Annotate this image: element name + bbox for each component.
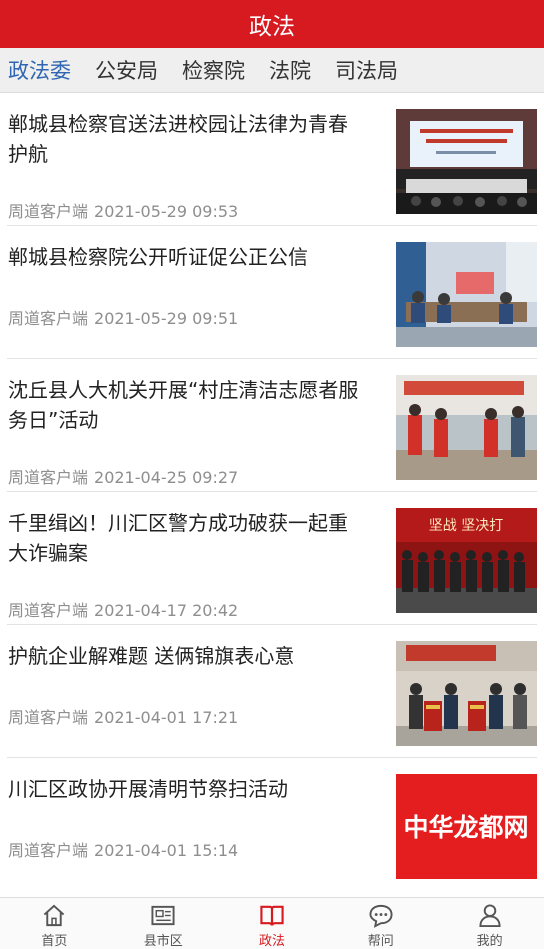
article-source: 周道客户端	[8, 468, 89, 487]
article-date: 2021-05-29 09:53	[94, 202, 239, 221]
app-screen: 政法 政法委 公安局 检察院 法院 司法局 郸城县检察官送法进校园让法律为青春护…	[0, 0, 544, 949]
tab-fayuan[interactable]: 法院	[269, 55, 311, 85]
article-date: 2021-04-25 09:27	[94, 468, 239, 487]
category-tabs: 政法委 公安局 检察院 法院 司法局	[0, 48, 544, 93]
article-meta: 周道客户端 2021-04-01 17:21	[8, 704, 238, 728]
volunteers-outdoor-photo	[396, 375, 537, 480]
nav-label: 首页	[41, 934, 68, 949]
article-meta: 周道客户端 2021-05-29 09:53	[8, 198, 238, 222]
book-icon	[260, 905, 284, 926]
article-title[interactable]: 千里缉凶！川汇区警方成功破获一起重大诈骗案	[8, 508, 363, 568]
nav-home[interactable]: 首页	[0, 898, 109, 949]
tab-jianchayuan[interactable]: 检察院	[182, 55, 245, 85]
article-title[interactable]: 郸城县检察官送法进校园让法律为青春护航	[8, 109, 363, 169]
tab-gonganju[interactable]: 公安局	[95, 55, 158, 85]
article-title[interactable]: 川汇区政协开展清明节祭扫活动	[8, 774, 363, 804]
article-meta: 周道客户端 2021-04-17 20:42	[8, 597, 238, 621]
article-meta: 周道客户端 2021-04-25 09:27	[8, 464, 238, 488]
article-list: 郸城县检察官送法进校园让法律为青春护航 周道客户端 2021-05-29 09:5…	[0, 93, 544, 891]
nav-counties[interactable]: 县市区	[109, 898, 218, 949]
article-date: 2021-04-01 15:14	[94, 841, 239, 860]
article-thumbnail[interactable]	[396, 242, 537, 347]
article-title[interactable]: 护航企业解难题 送俩锦旗表心意	[8, 641, 363, 671]
article-item[interactable]: 郸城县检察院公开听证促公正公信 周道客户端 2021-05-29 09:51	[7, 226, 537, 359]
article-date: 2021-05-29 09:51	[94, 309, 239, 328]
tab-sifaju[interactable]: 司法局	[335, 55, 398, 85]
article-title[interactable]: 郸城县检察院公开听证促公正公信	[8, 242, 363, 272]
nav-mine[interactable]: 我的	[435, 898, 544, 949]
top-header: 政法	[0, 0, 544, 48]
article-thumbnail[interactable]	[396, 641, 537, 746]
nav-label: 我的	[476, 934, 503, 949]
article-item[interactable]: 沈丘县人大机关开展“村庄清洁志愿者服务日”活动 周道客户端 2021-04-25 …	[7, 359, 537, 492]
article-item[interactable]: 郸城县检察官送法进校园让法律为青春护航 周道客户端 2021-05-29 09:5…	[7, 93, 537, 226]
police-group-photo: 坚战 坚决打	[396, 508, 537, 613]
article-thumbnail[interactable]: 坚战 坚决打	[396, 508, 537, 613]
banner-text: 坚战 坚决打	[429, 517, 503, 534]
hearing-room-photo	[396, 242, 537, 347]
article-date: 2021-04-17 20:42	[94, 601, 239, 620]
nav-label: 县市区	[143, 934, 183, 949]
article-item[interactable]: 护航企业解难题 送俩锦旗表心意 周道客户端 2021-04-01 17:21	[7, 625, 537, 758]
article-thumbnail[interactable]	[396, 109, 537, 214]
chat-bubble-icon	[369, 904, 393, 928]
article-thumbnail[interactable]	[396, 375, 537, 480]
home-icon	[44, 904, 65, 927]
nav-label: 政法	[258, 934, 285, 949]
article-item[interactable]: 川汇区政协开展清明节祭扫活动 周道客户端 2021-04-01 15:14 中华龙…	[7, 758, 537, 891]
user-icon	[479, 904, 501, 928]
article-meta: 周道客户端 2021-04-01 15:14	[8, 837, 238, 861]
bottom-nav: 首页 县市区 政法 帮问 我的	[0, 897, 544, 949]
article-item[interactable]: 千里缉凶！川汇区警方成功破获一起重大诈骗案 周道客户端 2021-04-17 20…	[7, 492, 537, 625]
page-title: 政法	[249, 14, 295, 40]
nav-label: 帮问	[367, 934, 394, 949]
article-date: 2021-04-01 17:21	[94, 708, 239, 727]
banner-presentation-photo	[396, 641, 537, 746]
article-source: 周道客户端	[8, 601, 89, 620]
tab-zhengfawei[interactable]: 政法委	[8, 55, 71, 85]
article-source: 周道客户端	[8, 202, 89, 221]
article-meta: 周道客户端 2021-05-29 09:51	[8, 305, 238, 329]
newspaper-icon	[151, 905, 175, 926]
nav-zhengfa[interactable]: 政法	[218, 898, 327, 949]
article-source: 周道客户端	[8, 841, 89, 860]
meeting-hall-photo	[396, 109, 537, 214]
article-title[interactable]: 沈丘县人大机关开展“村庄清洁志愿者服务日”活动	[8, 375, 363, 435]
article-thumbnail[interactable]: 中华龙都网	[396, 774, 537, 879]
nav-help[interactable]: 帮问	[326, 898, 435, 949]
logo-text: 中华龙都网	[403, 813, 528, 842]
article-source: 周道客户端	[8, 309, 89, 328]
article-source: 周道客户端	[8, 708, 89, 727]
logo-image: 中华龙都网	[396, 774, 537, 879]
